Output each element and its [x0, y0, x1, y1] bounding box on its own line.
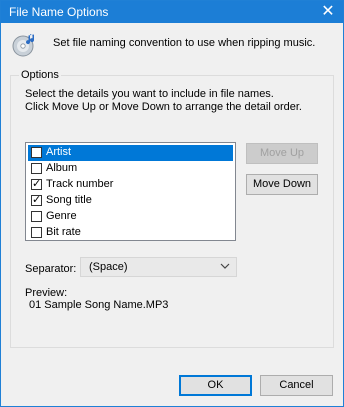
instruction-text-2: Click Move Up or Move Down to arrange th…	[25, 101, 302, 113]
detail-item-album[interactable]: Album	[28, 161, 233, 177]
close-icon[interactable]: ✕	[313, 1, 343, 23]
instruction-text-1: Select the details you want to include i…	[25, 88, 274, 100]
detail-item-genre[interactable]: Genre	[28, 209, 233, 225]
details-listbox[interactable]: Artist Album ✓ Track number ✓ Song title…	[25, 142, 236, 241]
separator-value: (Space)	[89, 261, 128, 273]
options-group-label: Options	[19, 69, 61, 81]
detail-label: Album	[46, 162, 78, 174]
chevron-down-icon	[220, 263, 230, 269]
detail-label: Bit rate	[46, 226, 81, 238]
ok-button[interactable]: OK	[179, 375, 252, 396]
separator-label: Separator:	[25, 263, 77, 275]
detail-label: Song title	[46, 194, 92, 206]
detail-label: Genre	[46, 210, 77, 222]
bit-rate-checkbox[interactable]	[31, 227, 42, 238]
detail-label: Artist	[46, 146, 72, 158]
check-icon: ✓	[32, 194, 42, 206]
move-down-button[interactable]: Move Down	[246, 174, 318, 195]
title-bar[interactable]: File Name Options ✕	[1, 1, 343, 23]
cd-music-icon	[12, 34, 35, 57]
detail-item-track-number[interactable]: ✓ Track number	[28, 177, 233, 193]
genre-checkbox[interactable]	[31, 211, 42, 222]
song-title-checkbox[interactable]: ✓	[31, 194, 42, 206]
detail-item-bit-rate[interactable]: Bit rate	[28, 225, 233, 241]
artist-checkbox[interactable]	[31, 147, 42, 158]
cancel-button[interactable]: Cancel	[260, 375, 333, 396]
preview-value: 01 Sample Song Name.MP3	[29, 299, 169, 311]
check-icon: ✓	[32, 178, 42, 190]
detail-item-artist[interactable]: Artist	[28, 145, 233, 161]
album-checkbox[interactable]	[31, 163, 42, 174]
header-description: Set file naming convention to use when r…	[53, 37, 316, 49]
separator-select[interactable]: (Space)	[80, 257, 237, 277]
window-title: File Name Options	[9, 5, 109, 19]
preview-label: Preview:	[25, 287, 68, 299]
move-up-button[interactable]: Move Up	[246, 143, 318, 164]
detail-label: Track number	[46, 178, 114, 190]
file-name-options-dialog: File Name Options ✕ Set file naming conv…	[0, 0, 344, 407]
detail-item-song-title[interactable]: ✓ Song title	[28, 193, 233, 209]
track-number-checkbox[interactable]: ✓	[31, 178, 42, 190]
